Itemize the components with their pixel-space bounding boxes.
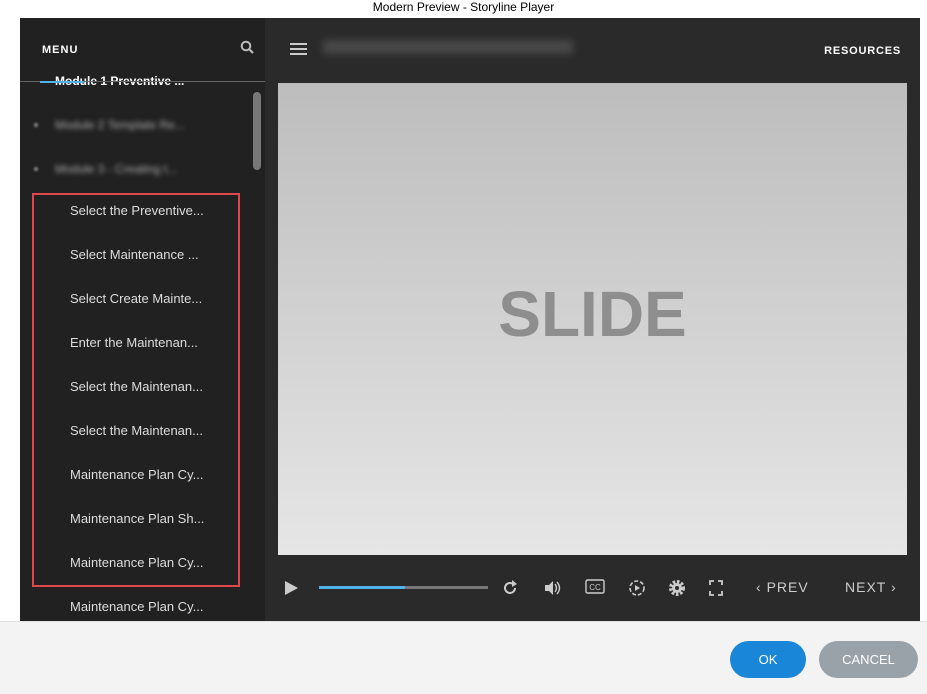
- fullscreen-icon[interactable]: [708, 578, 724, 598]
- chevron-right-icon: ›: [890, 579, 897, 595]
- prev-label: PREV: [766, 579, 809, 595]
- storyline-player: MENU Module 1 Preventive ... Module 2 Te…: [20, 18, 920, 621]
- closed-captions-icon[interactable]: CC: [585, 578, 605, 598]
- main-area: RESOURCES SLIDE CC ‹ PREV NEXT ›: [265, 18, 920, 621]
- chevron-left-icon: ‹: [756, 579, 762, 595]
- search-icon[interactable]: [240, 40, 254, 54]
- slide-area: SLIDE: [278, 83, 907, 555]
- hamburger-icon[interactable]: [290, 43, 307, 55]
- highlight-box: [32, 193, 240, 587]
- list-item[interactable]: Maintenance Plan Cy...: [70, 599, 203, 614]
- next-label: NEXT: [845, 579, 887, 595]
- replay-icon[interactable]: [503, 578, 519, 598]
- bullet-icon: [34, 167, 38, 171]
- prev-button[interactable]: ‹ PREV: [756, 579, 809, 595]
- progress-fill: [319, 586, 406, 589]
- resources-button[interactable]: RESOURCES: [824, 45, 901, 57]
- volume-icon[interactable]: [544, 578, 562, 598]
- progress-bar[interactable]: [319, 586, 488, 589]
- settings-gear-icon[interactable]: [668, 578, 686, 598]
- active-indicator: [40, 81, 84, 83]
- next-button[interactable]: NEXT ›: [845, 579, 897, 595]
- window-title: Modern Preview - Storyline Player: [372, 0, 555, 14]
- module-item[interactable]: Module 2 Template Re...: [55, 118, 185, 132]
- bullet-icon: [34, 123, 38, 127]
- playback-speed-icon[interactable]: [628, 578, 646, 598]
- menu-heading: MENU: [42, 44, 79, 56]
- sidebar-menu: MENU Module 1 Preventive ... Module 2 Te…: [20, 18, 265, 621]
- scrollbar[interactable]: [253, 92, 261, 170]
- svg-text:CC: CC: [589, 583, 601, 592]
- dialog-footer: OK CANCEL: [0, 621, 927, 694]
- ok-button[interactable]: OK: [730, 641, 806, 678]
- slide-text: SLIDE: [498, 278, 687, 350]
- cancel-button[interactable]: CANCEL: [819, 641, 918, 678]
- course-title-blurred: [323, 40, 573, 54]
- module-item[interactable]: Module 3 - Creating t...: [55, 162, 177, 176]
- play-icon[interactable]: [284, 578, 300, 598]
